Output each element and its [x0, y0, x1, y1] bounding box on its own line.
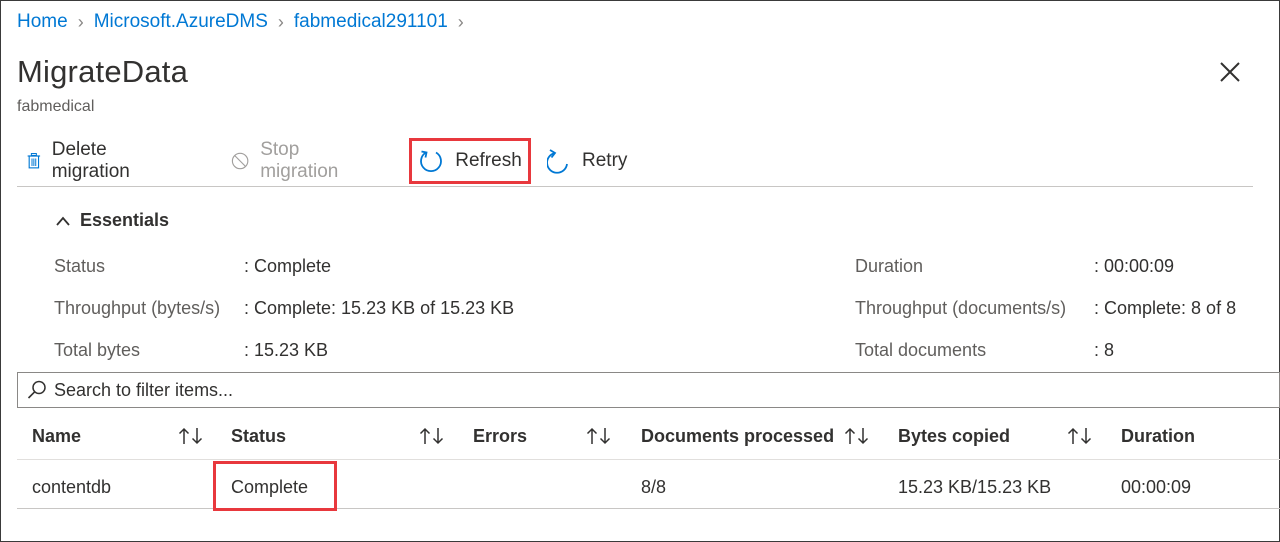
essentials-label: Essentials — [80, 210, 170, 230]
essentials-throughput-docs-label: Throughput (documents/s) — [855, 298, 1067, 318]
sort-icon[interactable] — [177, 425, 205, 452]
refresh-button[interactable]: Refresh — [409, 138, 531, 184]
cell-documents-processed: 8/8 — [641, 477, 667, 497]
cell-bytes-copied: 15.23 KB/15.23 KB — [898, 477, 1052, 497]
breadcrumb-fabmedical[interactable]: fabmedical291101 — [294, 11, 448, 33]
chevron-right-icon: › — [457, 11, 464, 32]
sort-icon[interactable] — [1066, 425, 1094, 452]
column-header-name[interactable]: Name — [32, 426, 81, 447]
block-icon — [231, 152, 249, 170]
essentials-status-label: Status — [54, 256, 106, 276]
sort-icon[interactable] — [418, 425, 446, 452]
retry-icon — [547, 149, 568, 174]
essentials-duration-value: : 00:00:09 — [1094, 256, 1175, 276]
cell-name[interactable]: contentdb — [32, 477, 111, 498]
essentials-throughput-bytes-value: : Complete: 15.23 KB of 15.23 KB — [244, 298, 515, 318]
column-header-duration[interactable]: Duration — [1121, 426, 1195, 447]
retry-label: Retry — [582, 150, 628, 171]
column-header-documents-processed[interactable]: Documents processed — [641, 426, 834, 447]
toolbar-divider — [17, 186, 1253, 187]
refresh-label: Refresh — [455, 150, 522, 171]
retry-button[interactable]: Retry — [547, 138, 627, 184]
page-title: MigrateData — [17, 54, 189, 89]
essentials-total-bytes-value: : 15.23 KB — [244, 340, 329, 360]
essentials-throughput-docs-value: : Complete: 8 of 8 — [1094, 298, 1237, 318]
essentials-total-documents-value: : 8 — [1094, 340, 1115, 360]
stop-migration-label: Stop migration — [260, 139, 339, 182]
chevron-right-icon: › — [277, 11, 284, 32]
breadcrumb-azuredms[interactable]: Microsoft.AzureDMS — [94, 11, 268, 33]
delete-migration-label: Delete migration — [51, 139, 130, 182]
essentials-duration-label: Duration — [855, 256, 924, 276]
stop-migration-button[interactable]: Stop migration — [231, 138, 346, 184]
table-header: Name Status Errors Documents processed B… — [17, 418, 1280, 460]
cell-duration: 00:00:09 — [1121, 477, 1192, 497]
column-header-status[interactable]: Status — [231, 426, 286, 447]
search-icon — [27, 380, 46, 399]
refresh-icon — [420, 150, 443, 173]
essentials-throughput-bytes-label: Throughput (bytes/s) — [54, 298, 221, 318]
chevron-right-icon: › — [77, 11, 84, 32]
trash-icon — [27, 153, 41, 169]
breadcrumb: Home › Microsoft.AzureDMS › fabmedical29… — [17, 11, 474, 33]
close-icon — [1220, 62, 1240, 82]
sort-icon[interactable] — [585, 425, 613, 452]
delete-migration-button[interactable]: Delete migration — [27, 138, 138, 184]
essentials-total-bytes-label: Total bytes — [54, 340, 141, 360]
table-row[interactable]: contentdb Complete 8/8 15.23 KB/15.23 KB… — [17, 461, 1280, 511]
close-button[interactable] — [1216, 58, 1244, 86]
essentials-toggle[interactable]: Essentials — [55, 210, 169, 231]
sort-icon[interactable] — [843, 425, 871, 452]
essentials-total-documents-label: Total documents — [855, 340, 987, 360]
page-subtitle: fabmedical — [17, 98, 95, 115]
essentials-status-value: : Complete — [244, 256, 332, 276]
column-header-errors[interactable]: Errors — [473, 426, 527, 447]
breadcrumb-home[interactable]: Home — [17, 11, 68, 33]
chevron-up-icon — [56, 216, 70, 226]
search-box — [17, 372, 1280, 408]
search-input[interactable] — [54, 379, 954, 401]
cell-status: Complete — [231, 477, 309, 497]
column-header-bytes-copied[interactable]: Bytes copied — [898, 426, 1010, 447]
